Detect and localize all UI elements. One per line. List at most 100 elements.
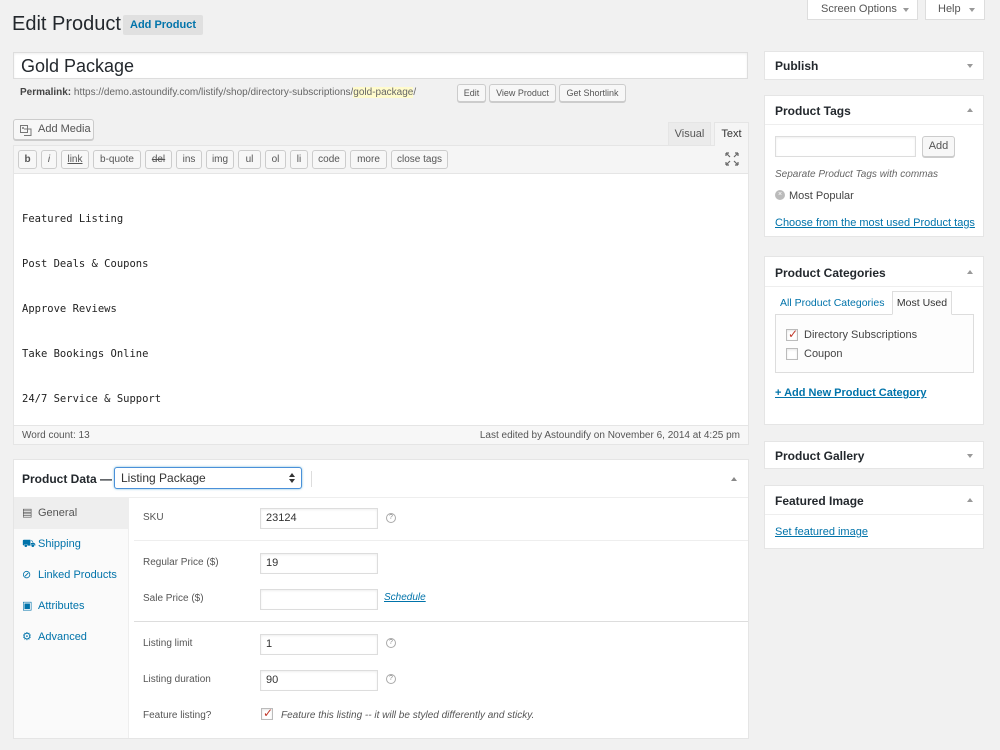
collapse-arrow-icon[interactable] bbox=[731, 477, 737, 481]
view-product-button[interactable]: View Product bbox=[489, 84, 556, 102]
help-icon[interactable]: ? bbox=[386, 513, 396, 523]
help-icon[interactable]: ? bbox=[386, 674, 396, 684]
content-line: Featured Listing bbox=[22, 213, 124, 225]
tab-linked-label: Linked Products bbox=[38, 569, 117, 581]
listing-limit-input[interactable]: 1 bbox=[260, 634, 378, 655]
feature-listing-checkbox[interactable]: ✓ bbox=[261, 706, 274, 720]
regular-price-input[interactable]: 19 bbox=[260, 553, 378, 574]
word-count: Word count: 13 bbox=[22, 430, 90, 441]
chevron-down-icon bbox=[969, 8, 975, 12]
tags-hint: Separate Product Tags with commas bbox=[775, 169, 939, 180]
schedule-link[interactable]: Schedule bbox=[384, 592, 426, 603]
collapse-arrow-icon[interactable] bbox=[967, 498, 973, 502]
product-data-box: Product Data — Listing Package ▤ General… bbox=[13, 459, 749, 739]
qt-close-tags-button[interactable]: close tags bbox=[391, 150, 448, 169]
qt-img-button[interactable]: img bbox=[206, 150, 234, 169]
divider bbox=[134, 621, 748, 622]
featured-image-box: Featured Image Set featured image bbox=[764, 485, 984, 549]
tags-most-popular[interactable]: Most Popular bbox=[789, 190, 854, 202]
product-type-select[interactable]: Listing Package bbox=[114, 467, 302, 489]
gear-icon: ⚙ bbox=[22, 631, 32, 643]
category-label: Directory Subscriptions bbox=[804, 329, 918, 341]
checkmark-icon: ✓ bbox=[263, 706, 274, 720]
product-gallery-box: Product Gallery bbox=[764, 441, 984, 469]
qt-bquote-button[interactable]: b-quote bbox=[93, 150, 141, 169]
expand-arrow-icon[interactable] bbox=[967, 454, 973, 458]
tab-most-used-label: Most Used bbox=[896, 297, 948, 309]
editor-textarea[interactable]: Featured Listing Post Deals & Coupons Ap… bbox=[22, 182, 161, 437]
add-product-button[interactable]: Add Product bbox=[123, 15, 203, 35]
qt-li-button[interactable]: li bbox=[290, 150, 308, 169]
content-line: Take Bookings Online bbox=[22, 348, 149, 360]
screen-options-button[interactable]: Screen Options bbox=[807, 0, 918, 20]
tags-choose-link[interactable]: Choose from the most used Product tags bbox=[775, 217, 975, 229]
qt-link-button[interactable]: link bbox=[61, 150, 89, 169]
permalink-edit-button[interactable]: Edit bbox=[457, 84, 486, 102]
content-line: 24/7 Service & Support bbox=[22, 393, 162, 405]
tag-input[interactable] bbox=[775, 136, 916, 157]
tab-attributes[interactable]: ▣ Attributes bbox=[14, 591, 129, 622]
help-button[interactable]: Help bbox=[925, 0, 985, 20]
tab-shipping[interactable]: ⛟ Shipping bbox=[14, 529, 129, 560]
tab-text[interactable]: Text bbox=[714, 122, 749, 146]
qt-ol-button[interactable]: ol bbox=[265, 150, 286, 169]
sale-price-label: Sale Price ($) bbox=[143, 593, 204, 604]
divider bbox=[765, 124, 983, 125]
gallery-title: Product Gallery bbox=[775, 449, 865, 463]
fullscreen-icon[interactable] bbox=[725, 152, 739, 166]
sale-price-input[interactable] bbox=[260, 589, 378, 610]
tab-general-label: General bbox=[38, 507, 78, 519]
sku-value: 23124 bbox=[266, 512, 297, 524]
product-type-value: Listing Package bbox=[121, 471, 206, 485]
permalink-row: Permalink: https://demo.astoundify.com/l… bbox=[20, 87, 416, 98]
add-media-button[interactable]: Add Media bbox=[13, 119, 94, 140]
permalink-slug[interactable]: gold-package bbox=[353, 87, 414, 98]
tab-most-used[interactable]: Most Used bbox=[892, 291, 952, 315]
tab-attributes-label: Attributes bbox=[38, 600, 85, 612]
tab-linked-products[interactable]: ⊘ Linked Products bbox=[14, 560, 129, 591]
tag-add-button[interactable]: Add bbox=[922, 136, 955, 157]
regular-price-label: Regular Price ($) bbox=[143, 557, 219, 568]
set-featured-link[interactable]: Set featured image bbox=[775, 526, 868, 538]
product-title-input[interactable]: Gold Package bbox=[13, 52, 748, 79]
collapse-arrow-icon[interactable] bbox=[967, 108, 973, 112]
listing-duration-input[interactable]: 90 bbox=[260, 670, 378, 691]
product-tags-box: Product Tags Add Separate Product Tags w… bbox=[764, 95, 984, 237]
tab-visual[interactable]: Visual bbox=[668, 122, 711, 145]
tab-all-categories[interactable]: All Product Categories bbox=[780, 297, 884, 309]
sku-input[interactable]: 23124 bbox=[260, 508, 378, 529]
listing-limit-value: 1 bbox=[266, 638, 273, 650]
select-arrows-icon bbox=[289, 479, 295, 483]
product-categories-box: Product Categories All Product Categorie… bbox=[764, 256, 984, 425]
product-data-tabs: ▤ General ⛟ Shipping ⊘ Linked Products ▣… bbox=[14, 498, 129, 738]
qt-code-button[interactable]: code bbox=[312, 150, 346, 169]
tab-general[interactable]: ▤ General bbox=[14, 498, 129, 529]
get-shortlink-button[interactable]: Get Shortlink bbox=[559, 84, 626, 102]
qt-ins-button[interactable]: ins bbox=[176, 150, 202, 169]
media-icon bbox=[20, 124, 32, 136]
help-icon[interactable]: ? bbox=[386, 638, 396, 648]
tab-advanced[interactable]: ⚙ Advanced bbox=[14, 622, 129, 653]
categories-title: Product Categories bbox=[775, 266, 886, 280]
category-checkbox[interactable]: ✓ bbox=[786, 327, 799, 341]
help-label: Help bbox=[938, 3, 961, 15]
qt-more-button[interactable]: more bbox=[350, 150, 387, 169]
qt-bold-button[interactable]: b bbox=[18, 150, 37, 169]
product-data-label: Product Data — bbox=[22, 472, 113, 486]
collapse-arrow-icon[interactable] bbox=[967, 270, 973, 274]
list-icon: ▤ bbox=[22, 507, 33, 519]
close-circle-icon[interactable]: × bbox=[775, 190, 785, 200]
qt-italic-button[interactable]: i bbox=[41, 150, 57, 169]
page-title: Edit Product bbox=[12, 13, 121, 35]
qt-ul-button[interactable]: ul bbox=[238, 150, 261, 169]
expand-arrow-icon[interactable] bbox=[967, 64, 973, 68]
divider bbox=[311, 471, 312, 487]
listing-duration-label: Listing duration bbox=[143, 674, 211, 685]
category-checkbox[interactable] bbox=[786, 348, 798, 360]
qt-del-button[interactable]: del bbox=[145, 150, 172, 169]
listing-limit-label: Listing limit bbox=[143, 638, 193, 649]
checkmark-icon: ✓ bbox=[788, 327, 799, 341]
add-category-link[interactable]: + Add New Product Category bbox=[775, 387, 926, 399]
permalink-suffix: / bbox=[413, 87, 417, 98]
add-media-label: Add Media bbox=[38, 123, 91, 135]
